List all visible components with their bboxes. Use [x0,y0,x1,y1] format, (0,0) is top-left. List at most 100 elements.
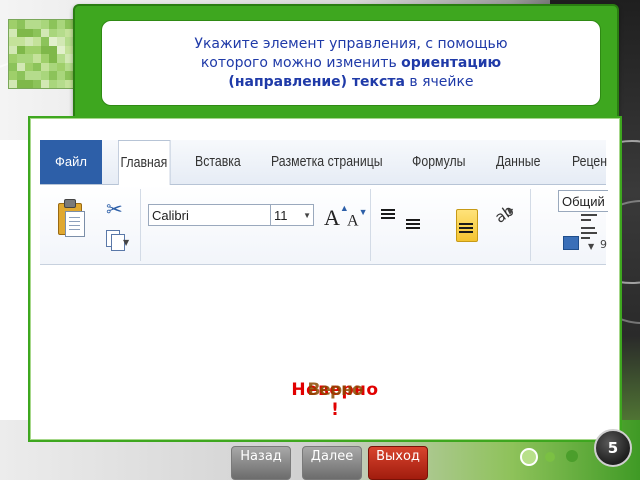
mosaic-tile [17,37,25,46]
font-size-select[interactable]: 11 ▼ [270,204,314,226]
tab-formulas[interactable]: Формулы [412,140,466,184]
mosaic-tile [33,20,41,29]
mosaic-tile [49,45,57,54]
mosaic-tile [49,71,57,80]
divider [140,189,141,261]
align-top-icon[interactable] [381,209,395,221]
chevron-down-icon[interactable]: ▼ [588,242,594,251]
mosaic-tile [9,54,17,63]
mosaic-tile [17,54,25,63]
merge-icon[interactable] [563,236,579,250]
question-emphasis: (направление) текста [228,73,405,90]
align-middle-icon[interactable] [406,219,420,231]
grow-font-icon[interactable]: A▲ [324,203,349,231]
mosaic-tile [49,37,57,46]
next-button[interactable]: Далее [302,446,362,480]
tab-label: Главная [120,154,168,171]
mosaic-tile [25,62,33,71]
shrink-font-label: A [347,212,359,230]
question-text: которого можно изменить [200,54,402,71]
question-text: в ячейке [404,73,474,90]
tab-data[interactable]: Данные [496,140,540,184]
exit-button[interactable]: Выход [368,446,428,480]
question-line-3: (направление) текста в ячейке [228,73,473,92]
divider [370,189,371,261]
mosaic-tile [57,20,65,29]
chevron-down-icon[interactable]: ▼ [123,238,129,247]
wrap-text-icon[interactable] [581,207,599,243]
slide-number-badge: 5 [594,429,632,467]
merge-extra-label: 9 [600,238,607,251]
tab-file[interactable]: Файл [40,140,102,184]
number-format-select[interactable]: Общий [558,190,608,212]
clipboard-clip [64,199,76,208]
feedback-exclamation: ! [331,400,339,420]
mosaic-tile [65,54,73,63]
mosaic-tile [65,20,73,29]
mosaic-tile [9,28,17,37]
mosaic-tile [57,79,65,88]
scissors-icon[interactable]: ✂ [106,197,123,221]
mosaic-tile [57,28,65,37]
feedback-message: Неверно Верно ! [250,378,420,428]
mosaic-tile [25,20,33,29]
mosaic-tile [33,45,41,54]
paste-icon[interactable] [58,197,86,245]
mosaic-tile [17,79,25,88]
divider [530,189,531,261]
mosaic-tile [9,62,17,71]
mosaic-tile [9,20,17,29]
mosaic-tile [33,62,41,71]
mosaic-tile [49,79,57,88]
mosaic-tile [65,37,73,46]
mosaic-tile [17,45,25,54]
shrink-font-icon[interactable]: A▼ [347,207,367,230]
mosaic-tile [65,45,73,54]
mosaic-tile [25,71,33,80]
ribbon-tabbar: Файл Главная Вставка Разметка страницы Ф… [40,140,607,186]
number-format-value: Общий [562,194,605,209]
mosaic-tile [33,79,41,88]
mosaic-tile [65,79,73,88]
tab-home[interactable]: Главная [118,140,171,186]
mosaic-tile [41,79,49,88]
mosaic-tile [25,28,33,37]
dot-decoration [545,452,555,462]
tab-review[interactable]: Рецен [572,140,607,184]
ribbon-body: ✂ ▼ Calibri ▼ 11 ▼ A▲ A▼ ab ▼ [40,185,606,265]
tab-page-layout[interactable]: Разметка страницы [271,140,383,184]
grow-font-label: A [324,205,340,230]
align-bottom-icon [459,223,473,235]
tab-insert[interactable]: Вставка [195,140,241,184]
dot-decoration [566,450,578,462]
question-line-1: Укажите элемент управления, с помощью [194,35,507,54]
mosaic-tile [57,62,65,71]
question-emphasis: ориентацию [401,54,502,71]
mosaic-tile [9,79,17,88]
dot-decoration [520,448,538,466]
mosaic-tile [65,62,73,71]
question-text: Укажите элемент управления, с помощью [194,35,508,52]
back-button[interactable]: Назад [231,446,291,480]
mosaic-tile [17,28,25,37]
chevron-down-icon[interactable]: ▼ [507,207,513,216]
mosaic-tile [49,62,57,71]
mosaic-tile [65,71,73,80]
mosaic-tile [57,37,65,46]
mosaic-tile [33,71,41,80]
mosaic-tile [41,20,49,29]
mosaic-tile [9,71,17,80]
mosaic-tile [25,37,33,46]
mosaic-tile [17,20,25,29]
mosaic-tile [65,28,73,37]
chevron-down-icon[interactable]: ▼ [303,205,311,227]
excel-ribbon: Файл Главная Вставка Разметка страницы Ф… [40,140,607,265]
mosaic-tile [41,37,49,46]
font-name-value: Calibri [152,208,189,223]
mosaic-tile [25,79,33,88]
orientation-icon[interactable]: ab [492,201,518,226]
mosaic-tile [25,45,33,54]
mosaic-tile [57,54,65,63]
mosaic-tile [25,54,33,63]
font-size-value: 11 [274,208,288,223]
